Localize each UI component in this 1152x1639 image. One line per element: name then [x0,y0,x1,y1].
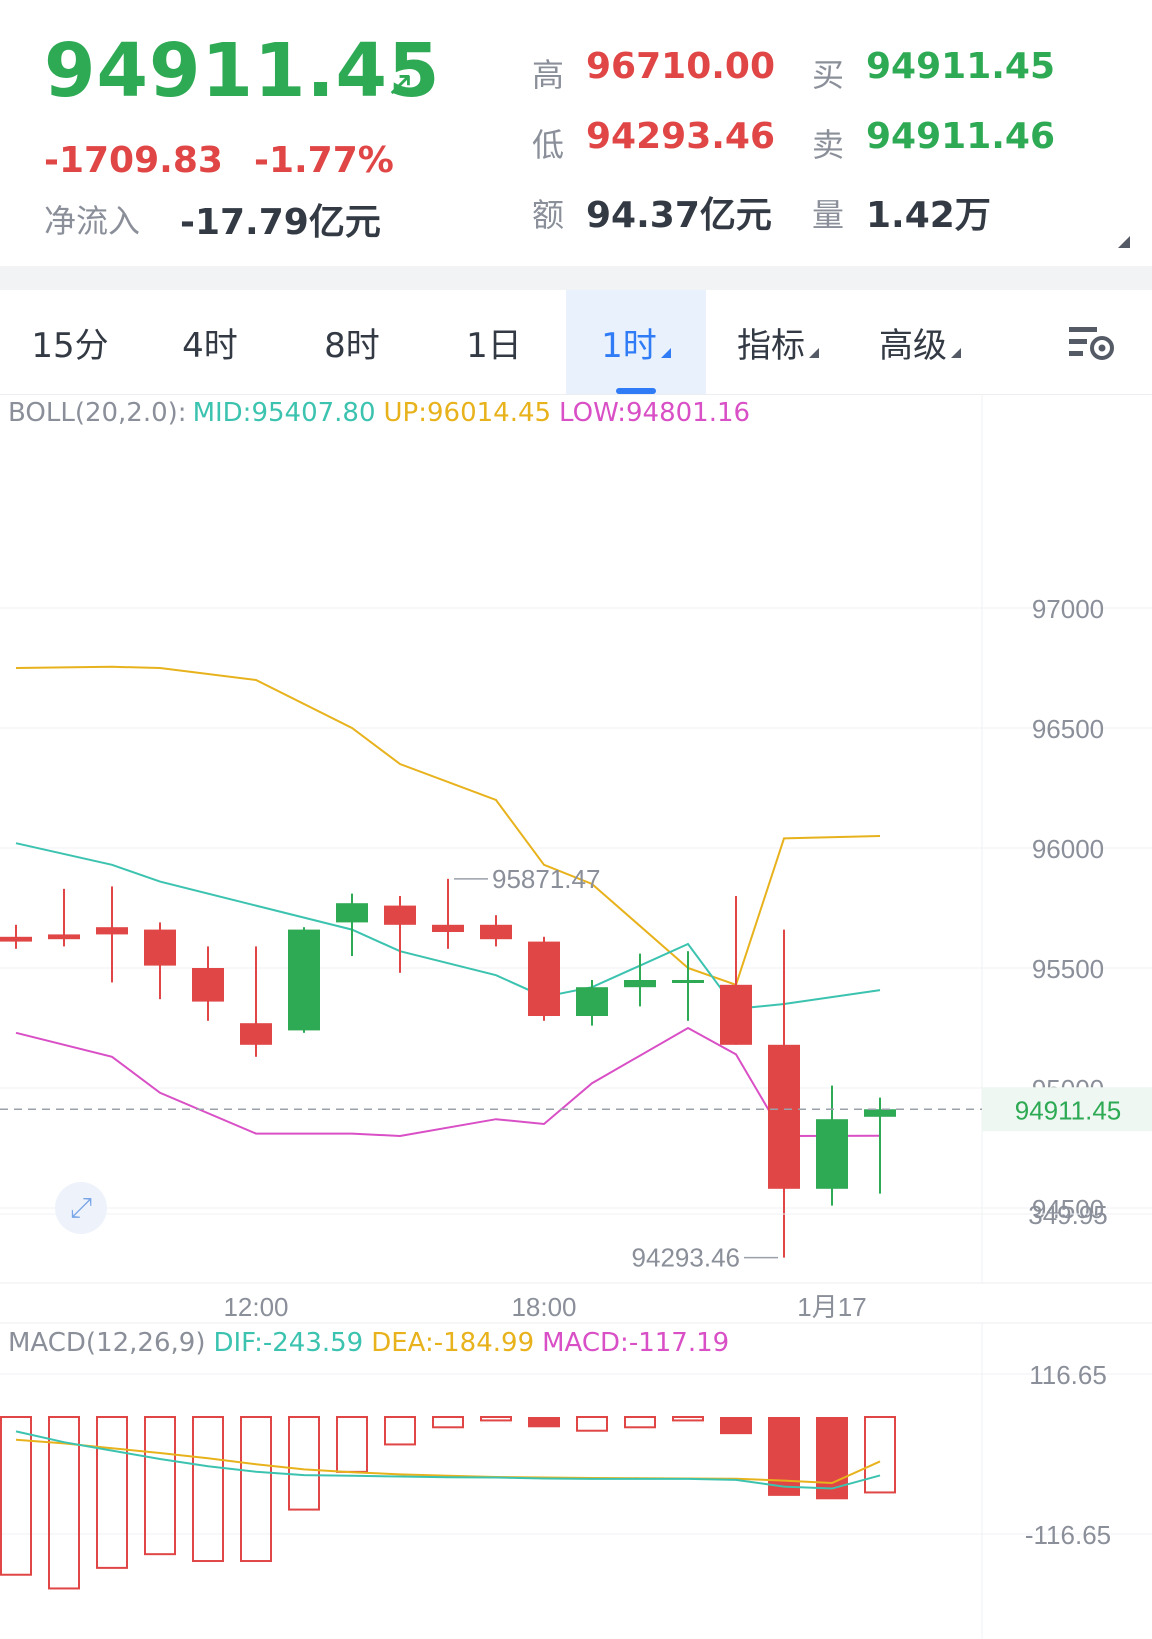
price-tick-label: 96000 [1032,834,1104,864]
macd-bar [240,1416,272,1563]
candle-body [720,984,752,1045]
candle-body [576,987,608,1016]
candle-body [624,980,656,988]
macd-tick-label: 349.95 [1028,1200,1108,1230]
macd-bar [336,1416,368,1473]
macd-bar [192,1416,224,1563]
macd-bar [864,1416,896,1494]
price-tick-label: 97000 [1032,594,1104,624]
candle-body [432,924,464,932]
macd-bar [96,1416,128,1569]
candle-body [384,905,416,925]
time-tick-label: 12:00 [223,1292,288,1322]
time-tick-label: 1月17 [797,1292,866,1322]
macd-tick-label: 116.65 [1029,1360,1107,1390]
candle-body [144,929,176,966]
candle-body [192,968,224,1002]
expand-arrows-icon: ⤢ [69,1191,93,1224]
min-price-label: 94293.46 [632,1243,740,1273]
macd-bar [432,1416,464,1429]
price-tick-label: 96500 [1032,714,1104,744]
macd-bar [528,1417,560,1428]
macd-bar [384,1416,416,1446]
candle-body [672,980,704,983]
expand-chart-button[interactable]: ⤢ [55,1182,107,1234]
macd-tick-label: -116.65 [1025,1520,1111,1550]
time-tick-label: 18:00 [511,1292,576,1322]
candle-body [528,941,560,1016]
macd-bar [480,1416,512,1422]
macd-bar [816,1417,848,1500]
macd-bar [624,1416,656,1429]
macd-bar [288,1416,320,1511]
macd-bar [576,1416,608,1432]
candle-body [288,929,320,1031]
price-chart[interactable]: 97000965009600095500950009450012:0018:00… [0,0,1152,1639]
candle-body [96,927,128,935]
candle-body [48,934,80,940]
macd-bar [720,1417,752,1435]
candle-body [480,924,512,940]
candle-body [864,1109,896,1117]
candle-body [336,903,368,923]
candle-body [816,1119,848,1189]
price-tick-label: 95500 [1032,954,1104,984]
candle-body [240,1023,272,1045]
max-price-label: 95871.47 [492,864,600,894]
candle-body [0,936,32,942]
macd-bar [672,1416,704,1422]
last-price-tag: 94911.45 [1015,1095,1122,1125]
candle-body [768,1044,800,1189]
